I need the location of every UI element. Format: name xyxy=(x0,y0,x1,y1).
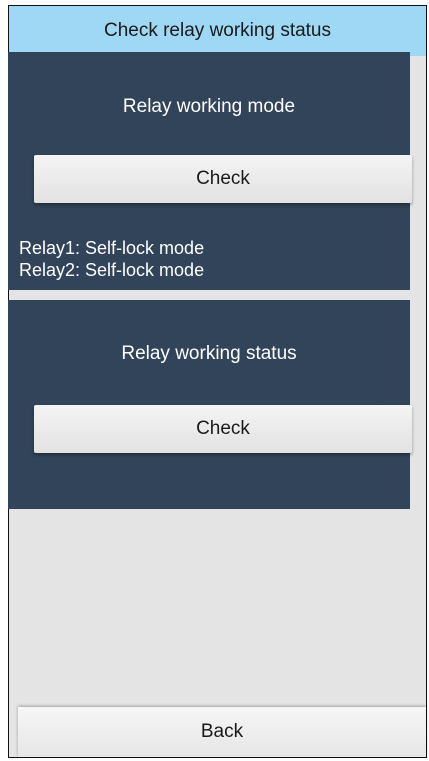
relay-status-title: Relay working status xyxy=(121,343,297,364)
relay1-mode-text: Relay1: Self-lock mode xyxy=(19,238,205,258)
relay-mode-title: Relay working mode xyxy=(122,96,296,117)
check-mode-button[interactable]: Check xyxy=(34,155,412,203)
check-status-button[interactable]: Check xyxy=(34,405,412,453)
relay-mode-results: Relay1: Self-lock mode Relay2: Self-lock… xyxy=(19,237,204,281)
title-bar: Check relay working status xyxy=(9,6,426,56)
page-title: Check relay working status xyxy=(103,20,332,41)
relay2-mode-text: Relay2: Self-lock mode xyxy=(19,260,205,280)
back-button[interactable]: Back xyxy=(18,707,426,757)
relay-status-panel: Relay working status Check xyxy=(8,300,412,509)
